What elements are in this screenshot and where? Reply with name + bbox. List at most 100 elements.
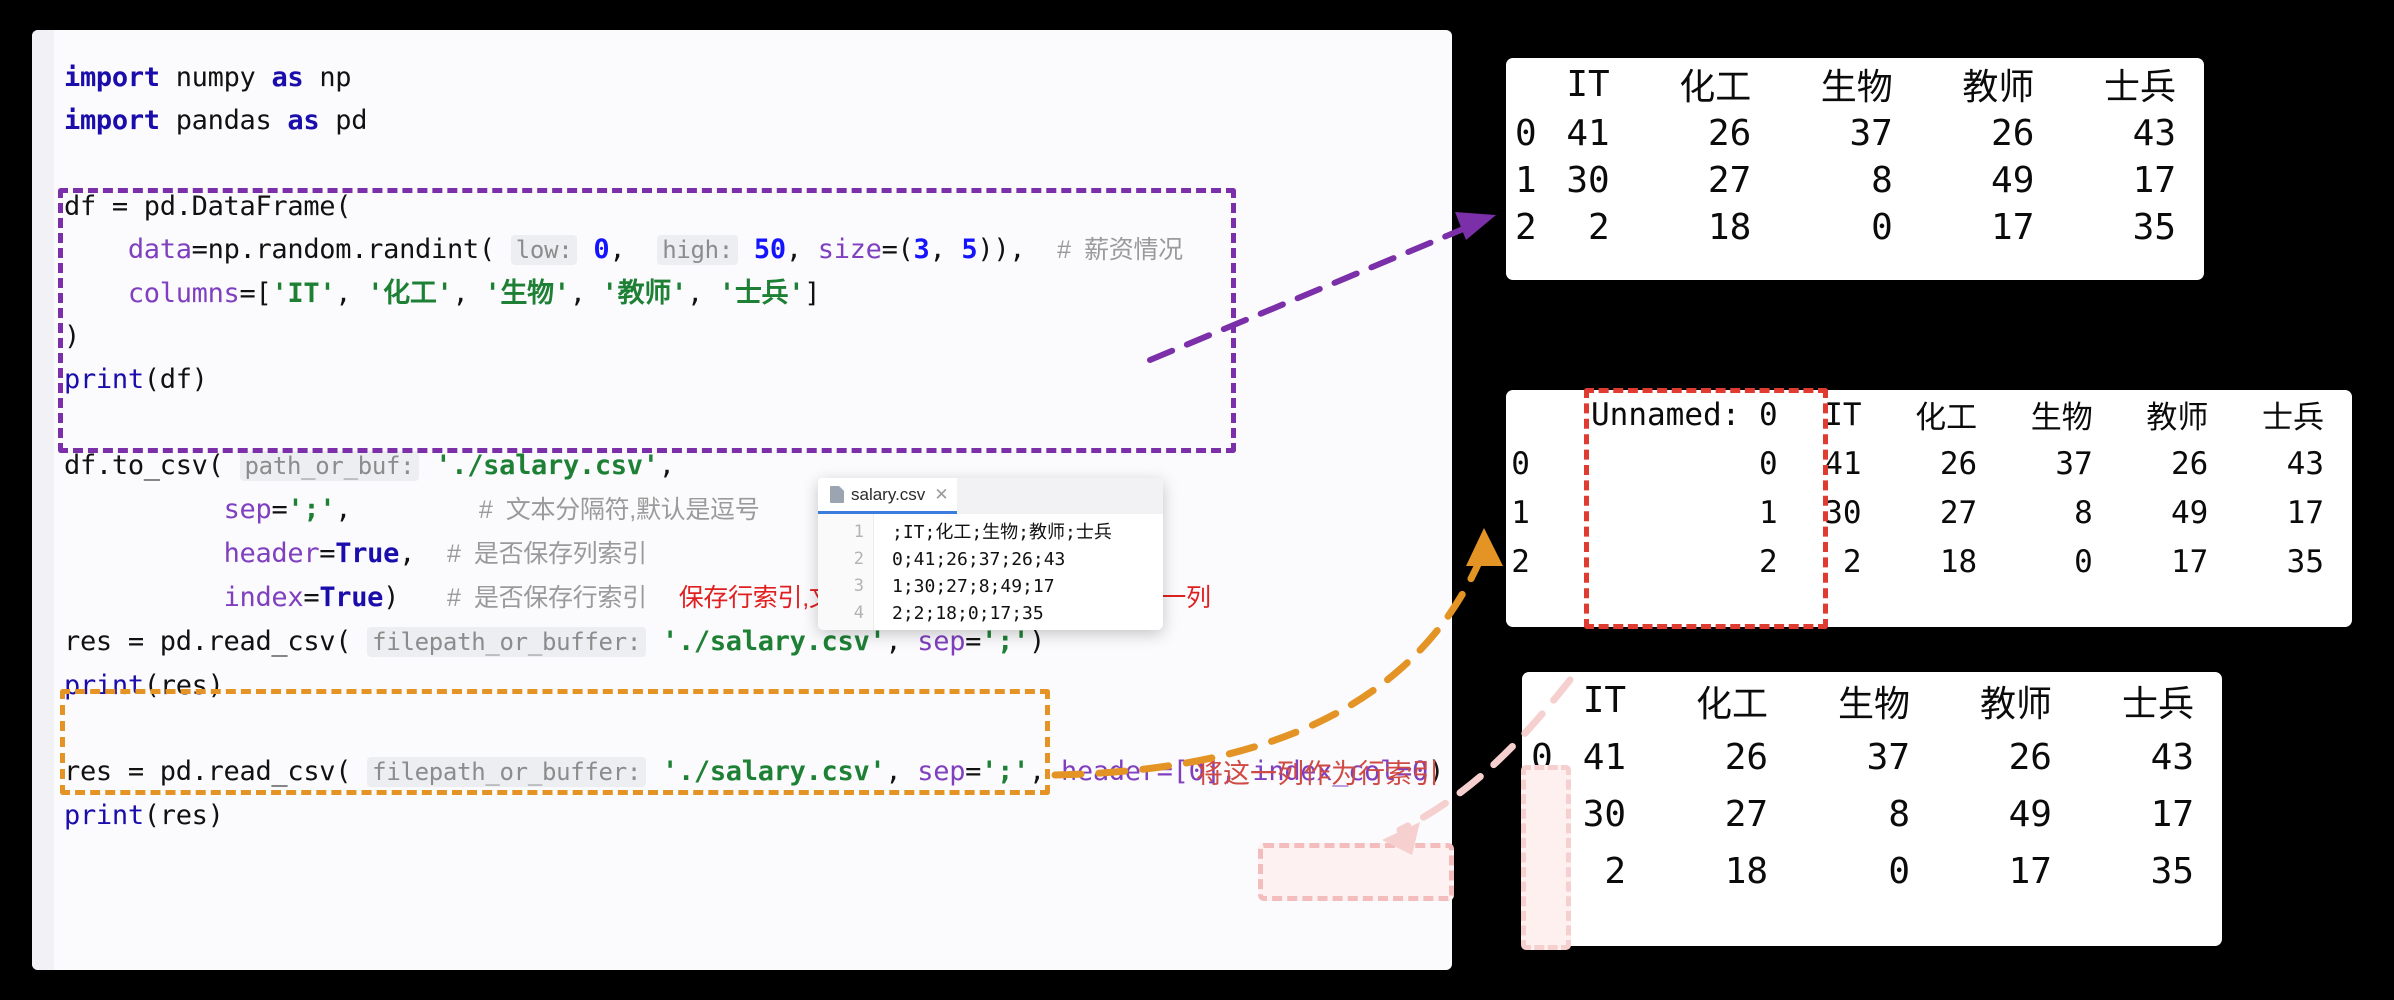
table-cell: 17 [2008, 851, 2052, 892]
table-1-body: 0 41 26 37 26 43 1 30 27 8 49 17 2 2 18 0 17 35 [1506, 110, 2204, 251]
comment-sep: # 文本分隔符,默认是逗号 [478, 496, 760, 524]
column-header: 化工 [1696, 683, 1769, 725]
csv-file-lines: ;IT;化工;生物;教师;士兵 0;41;26;37;26;43 1;30;27;8… [874, 514, 1163, 630]
table-2-head: Unnamed: 0 IT 化工 生物 教师 士兵 [1506, 390, 2352, 439]
table-cell: 30 [1582, 794, 1627, 835]
csv-line-number: 4 [853, 603, 864, 623]
csv-preview-popup[interactable]: salary.csv ✕ 1 2 3 4 ;IT;化工;生物;教师;士兵 0;41;26… [818, 478, 1163, 630]
table-cell: 26 [1724, 737, 1769, 778]
table-row: 2 2 18 0 17 35 [1522, 843, 2222, 900]
col-name-jiaoshi: '教师' [601, 278, 688, 309]
hint-high: high: [657, 235, 738, 265]
column-header: 教师 [1979, 683, 2052, 725]
table-cell: 17 [2132, 160, 2176, 201]
table-cell: 0 [1758, 445, 1778, 482]
output-table-read-csv-plain: Unnamed: 0 IT 化工 生物 教师 士兵 0 0 41 26 37 26 43 1 1 30 27 8… [1506, 390, 2352, 627]
code-line-import-pandas: import pandas as pd [64, 105, 368, 136]
column-header: 士兵 [2262, 400, 2324, 436]
table-cell: 27 [1939, 494, 1978, 531]
hint-low: low: [510, 235, 578, 265]
token-np: np [319, 62, 352, 93]
row-index-cell: 2 [1531, 851, 1553, 892]
arrow-purple-head [1455, 212, 1496, 240]
table-row: 0 0 41 26 37 26 43 [1506, 439, 2352, 488]
table-cell: 41 [1582, 737, 1627, 778]
column-header: IT [1582, 680, 1627, 721]
code-line-print-df: print(df) [64, 364, 208, 395]
token-columns-kw: columns [127, 278, 240, 309]
table-cell: 17 [1991, 207, 2035, 248]
token-header-eq: = [319, 538, 336, 569]
csv-line-number: 2 [853, 549, 864, 569]
close-icon[interactable]: ✕ [934, 486, 948, 503]
table-cell: 17 [2171, 543, 2209, 580]
value-high: 50 [753, 234, 786, 265]
table-row: Unnamed: 0 IT 化工 生物 教师 士兵 [1506, 390, 2352, 439]
token-size-open: =( [881, 234, 914, 265]
csv-line: 1;30;27;8;49;17 [892, 576, 1055, 597]
table-cell: 8 [1888, 794, 1911, 835]
code-editor-panel: import numpy as np import pandas as pd d… [32, 30, 1452, 970]
column-header [1506, 390, 1530, 439]
row-index-cell: 0 [1515, 113, 1537, 154]
file-icon [830, 486, 844, 503]
value-sep-2: ';' [981, 626, 1030, 657]
table-cell: 37 [2055, 445, 2093, 482]
table-row: 2 2 2 18 0 17 35 [1506, 537, 2352, 586]
table-3-grid: IT 化工 生物 教师 士兵 0 41 26 37 26 43 1 30 27 8 49 17 2 2 18 0 17 3… [1522, 672, 2222, 900]
table-3-body: 0 41 26 37 26 43 1 30 27 8 49 17 2 2 18 0 17 35 [1522, 729, 2222, 900]
csv-file-tab[interactable]: salary.csv ✕ [818, 478, 957, 514]
table-row: 1 1 30 27 8 49 17 [1506, 488, 2352, 537]
annotation-row-index-note: 将这一列作为行索引 [1196, 759, 1439, 789]
code-line-columns-arg: columns=['IT', '化工', '生物', '教师', '士兵'] [127, 278, 821, 309]
csv-line: ;IT;化工;生物;教师;士兵 [892, 522, 1112, 543]
token-close-paren-2: ) [1029, 626, 1045, 657]
csv-line: 2;2;18;0;17;35 [892, 603, 1044, 624]
row-index-cell: 0 [1531, 737, 1553, 778]
table-cell: 26 [2008, 737, 2052, 778]
table-row: 2 2 18 0 17 35 [1506, 204, 2204, 251]
column-header: 化工 [1679, 67, 1752, 108]
output-table-read-csv-indexcol: IT 化工 生物 教师 士兵 0 41 26 37 26 43 1 30 27 8 49 17 2 2 18 0 17 3… [1522, 672, 2222, 946]
table-cell: 30 [1566, 160, 1610, 201]
code-line-data-arg: data=np.random.randint( low: 0, high: 50… [127, 234, 1183, 265]
csv-line-numbers: 1 2 3 4 [818, 514, 874, 630]
table-cell: 26 [1939, 445, 1978, 482]
table-3-head: IT 化工 生物 教师 士兵 [1522, 672, 2222, 729]
col-name-huagong: '化工' [367, 278, 453, 309]
token-as: as [271, 62, 304, 93]
code-line-dataframe-open: df = pd.DataFrame( [64, 191, 352, 222]
column-header [1506, 58, 1537, 110]
table-cell: 43 [2286, 445, 2324, 482]
csv-line: 0;41;26;37;26;43 [892, 549, 1066, 570]
table-cell: 18 [1939, 543, 1978, 580]
comment-salary: # 薪资情况 [1057, 236, 1183, 264]
csv-line-number: 1 [853, 522, 864, 542]
table-cell: 27 [1707, 160, 1752, 201]
table-cell: 41 [1566, 113, 1610, 154]
table-cell: 0 [2074, 543, 2093, 580]
row-index-cell: 2 [1511, 543, 1530, 580]
column-header: Unnamed: 0 [1591, 396, 1778, 433]
table-row: 0 41 26 37 26 43 [1522, 729, 2222, 786]
value-path-salary: './salary.csv' [435, 450, 659, 481]
token-print-df-arg: (df) [143, 364, 208, 395]
token-pandas: pandas [175, 105, 272, 136]
table-cell: 2 [1604, 851, 1627, 892]
csv-tab-label: salary.csv [851, 484, 926, 504]
code-content: import numpy as np import pandas as pd d… [64, 56, 1444, 837]
table-cell: 35 [2286, 543, 2324, 580]
code-line-print-res-1: print(res) [64, 670, 224, 701]
token-print-1: print [64, 364, 144, 395]
token-numpy: numpy [175, 62, 256, 93]
table-cell: 0 [1888, 851, 1911, 892]
code-line-sep-arg: sep=';', # 文本分隔符,默认是逗号 [224, 494, 760, 525]
token-comma-1: , [658, 450, 675, 481]
table-row: IT 化工 生物 教师 士兵 [1522, 672, 2222, 729]
table-cell: 43 [2150, 737, 2194, 778]
token-data-kw: data [127, 234, 192, 265]
table-cell: 17 [2150, 794, 2194, 835]
table-cell: 43 [2132, 113, 2176, 154]
screenshot-root: import numpy as np import pandas as pd d… [0, 0, 2394, 1000]
column-header: 化工 [1915, 400, 1978, 436]
